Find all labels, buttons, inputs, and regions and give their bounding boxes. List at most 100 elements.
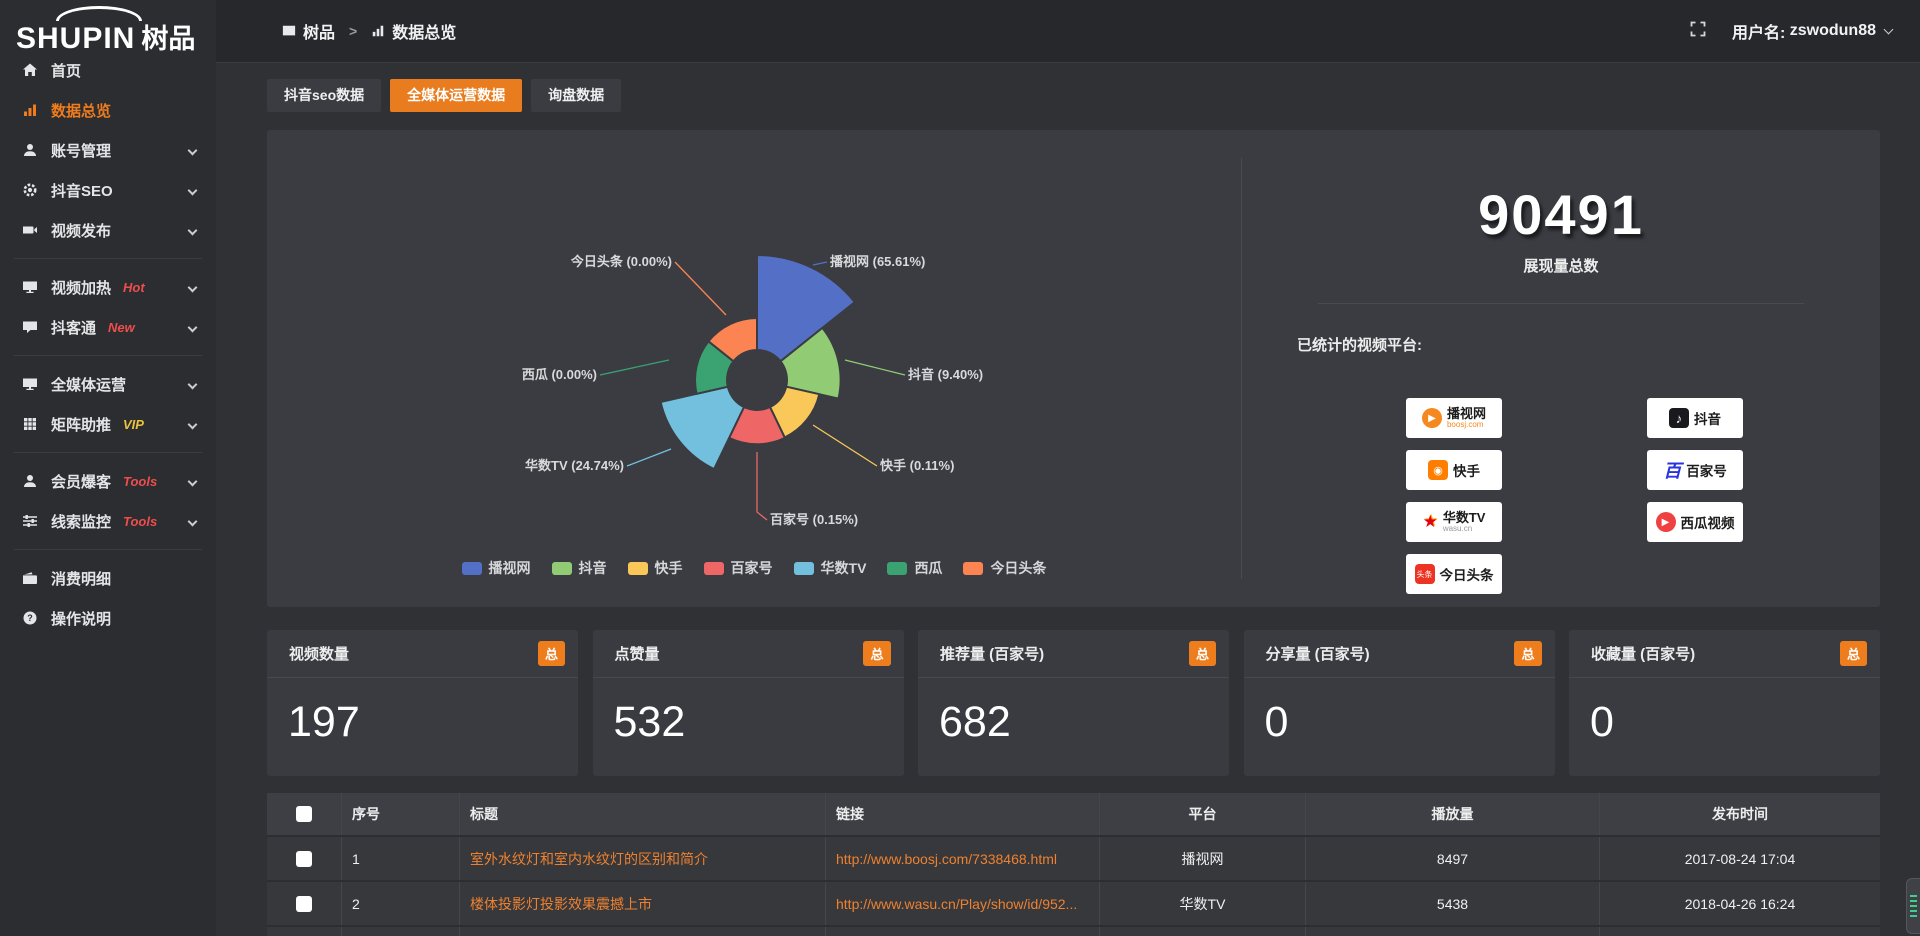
row-checkbox[interactable] (296, 896, 312, 912)
breadcrumb-page-icon (371, 24, 385, 38)
stat-card-0: 视频数量总197 (267, 630, 578, 776)
cell-platform: 华数TV (1180, 894, 1226, 914)
total-impressions-label: 展现量总数 (1242, 255, 1880, 276)
stat-card-label: 视频数量 (289, 643, 349, 664)
cell-url-link[interactable]: http://www.boosj.com/7338468.html (836, 851, 1057, 867)
legend-label: 华数TV (821, 558, 867, 578)
table-cell: http://www.boosj.com/7338468.html (826, 837, 1100, 880)
pie-slice-4[interactable] (661, 387, 744, 469)
total-badge: 总 (1189, 641, 1216, 666)
videos-table: 序号标题链接平台播放量发布时间1室外水纹灯和室内水纹灯的区别和简介http://… (267, 793, 1880, 936)
tab-media-ops-data[interactable]: 全媒体运营数据 (390, 79, 522, 112)
sliders-icon (22, 513, 38, 529)
sidebar-badge: Hot (123, 280, 145, 295)
select-all-checkbox[interactable] (296, 806, 312, 822)
sidebar-item-douketong[interactable]: 抖客通New (0, 307, 216, 347)
sidebar-item-data-overview[interactable]: 数据总览 (0, 90, 216, 130)
legend-swatch (887, 562, 907, 575)
total-impressions-value: 90491 (1242, 182, 1880, 247)
rose-pie-chart: 播视网 (65.61%)抖音 (9.40%)快手 (0.11%)百家号 (0.1… (267, 130, 1241, 607)
pie-label: 百家号 (0.15%) (770, 512, 858, 527)
pie-label-line (600, 360, 669, 375)
cell-title-link[interactable]: 楼体投影灯投影效果震撼上市 (470, 894, 652, 914)
table-header-cell: 序号 (342, 793, 460, 835)
platform-card-xigua: ▶西瓜视频 (1647, 502, 1743, 542)
stat-card-label: 分享量 (百家号) (1266, 643, 1370, 664)
breadcrumb-separator: > (349, 23, 357, 39)
table-row: 2楼体投影灯投影效果震撼上市http://www.wasu.cn/Play/sh… (267, 882, 1880, 927)
baijiahao-logo-icon: 百 (1663, 457, 1681, 483)
cell-plays: 5438 (1437, 896, 1468, 912)
table-cell (460, 927, 826, 936)
legend-item[interactable]: 播视网 (462, 558, 531, 578)
sidebar-item-lead-monitor[interactable]: 线索监控Tools (0, 501, 216, 541)
legend-label: 西瓜 (914, 558, 942, 578)
table-cell: 室外水纹灯和室内水纹灯的区别和简介 (460, 837, 826, 880)
sidebar-item-label: 首页 (51, 60, 81, 81)
fullscreen-icon[interactable] (1690, 21, 1706, 42)
chart-icon (22, 102, 38, 118)
sidebar-item-label: 账号管理 (51, 140, 111, 161)
total-badge: 总 (538, 641, 565, 666)
sidebar-item-video-heat[interactable]: 视频加热Hot (0, 267, 216, 307)
chevron-down-icon (188, 185, 198, 195)
legend-item[interactable]: 西瓜 (887, 558, 942, 578)
kuaishou-logo-icon: ◉ (1428, 460, 1448, 480)
table-cell: 5438 (1306, 882, 1600, 925)
sidebar-item-douyin-seo[interactable]: 抖音SEO (0, 170, 216, 210)
sidebar-badge: VIP (123, 417, 144, 432)
legend-item[interactable]: 百家号 (704, 558, 773, 578)
platform-card-toutiao: 头条今日头条 (1406, 554, 1502, 594)
breadcrumb-item-root[interactable]: 树品 (303, 19, 335, 43)
grid-icon (22, 416, 38, 432)
sidebar-item-label: 视频发布 (51, 220, 111, 241)
cell-platform: 播视网 (1182, 849, 1224, 869)
sidebar-item-matrix-boost[interactable]: 矩阵助推VIP (0, 404, 216, 444)
legend-item[interactable]: 快手 (628, 558, 683, 578)
sidebar-item-home[interactable]: 首页 (0, 50, 216, 90)
cell-title-link[interactable]: 室外水纹灯和室内水纹灯的区别和简介 (470, 849, 708, 869)
total-badge: 总 (863, 641, 890, 666)
table-header-cell: 发布时间 (1600, 793, 1880, 835)
legend-item[interactable]: 华数TV (794, 558, 867, 578)
sidebar-item-expense-detail[interactable]: 消费明细 (0, 558, 216, 598)
sidebar-item-help[interactable]: ? 操作说明 (0, 598, 216, 638)
overview-section: 90491 展现量总数 已统计的视频平台: ▶播视网boosj.com♪抖音◉快… (1242, 130, 1880, 607)
table-cell (1306, 927, 1600, 936)
logo-arc-decoration (56, 6, 142, 21)
table-header-cell: 平台 (1100, 793, 1306, 835)
legend-item[interactable]: 抖音 (552, 558, 607, 578)
table-cell (267, 837, 342, 880)
tab-douyin-seo-data[interactable]: 抖音seo数据 (267, 79, 381, 112)
pie-label-line (845, 360, 905, 375)
table-row-partial (267, 927, 1880, 936)
pie-label: 华数TV (24.74%) (525, 458, 624, 473)
table-cell (267, 882, 342, 925)
sidebar: SHUPIN 树品 首页数据总览账号管理抖音SEO视频发布视频加热Hot抖客通N… (0, 0, 216, 936)
user-icon (22, 473, 38, 489)
platform-card-baijia: 百百家号 (1647, 450, 1743, 490)
table-row: 1室外水纹灯和室内水纹灯的区别和简介http://www.boosj.com/7… (267, 837, 1880, 882)
legend-swatch (704, 562, 724, 575)
pie-label-line (757, 452, 767, 520)
legend-label: 百家号 (731, 558, 773, 578)
sidebar-item-media-ops[interactable]: 全媒体运营 (0, 364, 216, 404)
legend-item[interactable]: 今日头条 (963, 558, 1046, 578)
legend-label: 播视网 (489, 558, 531, 578)
pie-label-line (813, 425, 877, 466)
sidebar-item-account-mgmt[interactable]: 账号管理 (0, 130, 216, 170)
sidebar-item-video-publish[interactable]: 视频发布 (0, 210, 216, 250)
user-menu[interactable]: 用户名: zswodun88 (1732, 19, 1892, 43)
chart-panel: 播视网 (65.61%)抖音 (9.40%)快手 (0.11%)百家号 (0.1… (267, 130, 1880, 607)
scroll-widget[interactable] (1906, 878, 1920, 934)
sidebar-item-member-bloom[interactable]: 会员爆客Tools (0, 461, 216, 501)
row-checkbox[interactable] (296, 851, 312, 867)
cell-url-link[interactable]: http://www.wasu.cn/Play/show/id/952... (836, 896, 1077, 912)
sidebar-item-label: 操作说明 (51, 608, 111, 629)
table-header-cell: 播放量 (1306, 793, 1600, 835)
table-cell: 2017-08-24 17:04 (1600, 837, 1880, 880)
svg-text:?: ? (27, 613, 33, 623)
question-icon: ? (22, 610, 38, 626)
tab-inquiry-data[interactable]: 询盘数据 (531, 79, 621, 112)
stat-card-label: 推荐量 (百家号) (940, 643, 1044, 664)
